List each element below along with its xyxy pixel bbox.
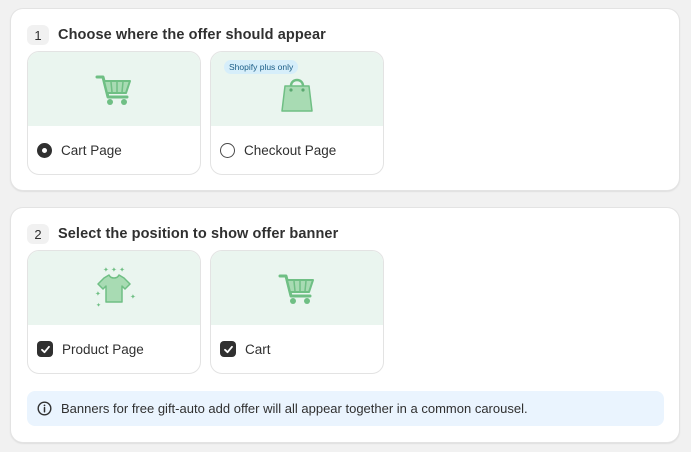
cart-icon <box>278 274 314 304</box>
banner-position-card: 2 Select the position to show offer bann… <box>11 208 679 442</box>
info-icon <box>37 401 52 416</box>
plan-badge: Shopify plus only <box>224 60 299 74</box>
checkmark-icon <box>40 345 50 353</box>
option-cart[interactable]: Cart <box>210 250 384 374</box>
section-title: Choose where the offer should appear <box>58 27 326 43</box>
step-number: 1 <box>27 25 49 45</box>
option-checkout-page[interactable]: Shopify plus only Checkout Page <box>210 51 384 175</box>
option-label: Cart <box>245 341 271 357</box>
option-label: Checkout Page <box>244 142 337 158</box>
checkbox-checked[interactable] <box>220 341 236 357</box>
cart-icon <box>95 75 131 105</box>
option-cart-page[interactable]: Cart Page <box>27 51 201 175</box>
offer-placement-card: 1 Choose where the offer should appear C… <box>11 9 679 190</box>
option-illustration <box>211 251 383 325</box>
shopping-bag-icon <box>281 78 313 112</box>
option-label: Product Page <box>62 341 144 357</box>
svg-text:✦: ✦ <box>96 302 101 309</box>
step-number: 2 <box>27 224 49 244</box>
tshirt-icon: ✦ ✦ ✦ ✦ ✦ ✦ <box>95 266 136 309</box>
option-product-page[interactable]: ✦ ✦ ✦ ✦ ✦ ✦ Product Page <box>27 250 201 374</box>
info-banner: Banners for free gift-auto add offer wil… <box>27 391 664 426</box>
checkbox-checked[interactable] <box>37 341 53 357</box>
option-label: Cart Page <box>61 142 122 158</box>
info-text: Banners for free gift-auto add offer wil… <box>61 401 528 416</box>
option-illustration <box>28 52 200 126</box>
option-illustration: Shopify plus only <box>211 52 383 126</box>
radio-unselected[interactable] <box>220 142 235 158</box>
svg-text:✦: ✦ <box>95 290 101 298</box>
option-illustration: ✦ ✦ ✦ ✦ ✦ ✦ <box>28 251 200 325</box>
checkmark-icon <box>223 345 233 353</box>
svg-text:✦: ✦ <box>130 293 136 301</box>
radio-selected[interactable] <box>37 142 52 158</box>
section-2-header: 2 Select the position to show offer bann… <box>27 224 338 244</box>
svg-text:✦ ✦ ✦: ✦ ✦ ✦ <box>103 266 125 274</box>
section-title: Select the position to show offer banner <box>58 226 339 242</box>
section-1-header: 1 Choose where the offer should appear <box>27 25 326 45</box>
